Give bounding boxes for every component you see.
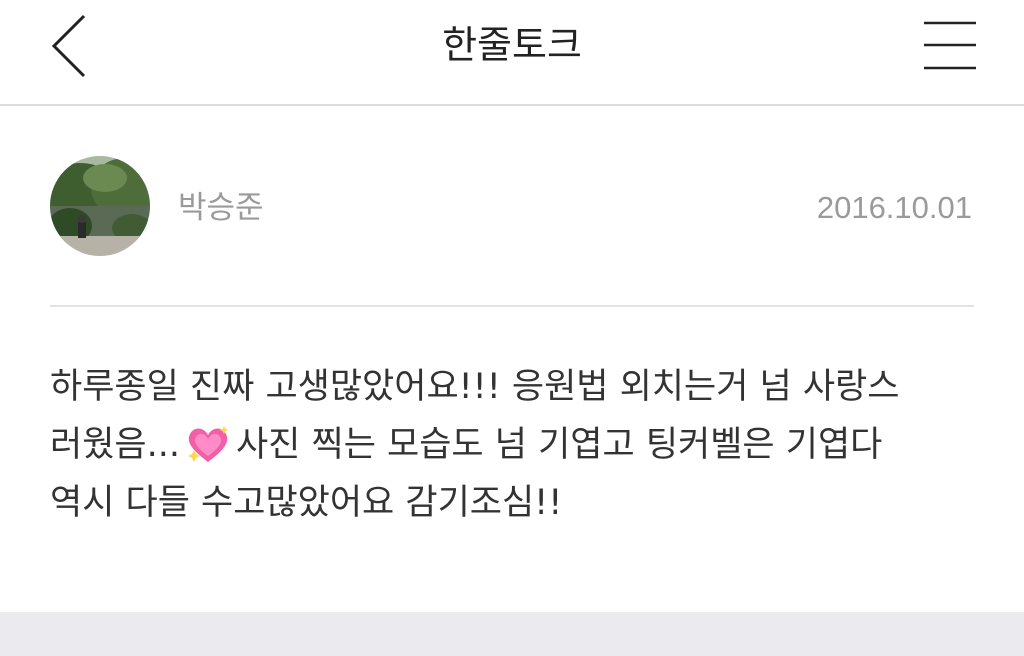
screen: 한줄토크 박승준 2016.10.01 하루종일 진짜 고생많았어요!!! 응원… (0, 0, 1024, 656)
post-text-line-2-start: 러웠음... (50, 425, 180, 465)
menu-button[interactable] (918, 18, 980, 74)
section-separator (0, 612, 1024, 656)
profile-photo (50, 156, 150, 256)
post-date: 2016.10.01 (816, 190, 972, 225)
post-text-line-3: 역시 다들 수고많았어요 감기조심!! (50, 483, 563, 523)
post-header: 박승준 2016.10.01 (50, 156, 974, 260)
top-nav-bar: 한줄토크 (0, 0, 1024, 106)
post-text-line-2-end: 사진 찍는 모습도 넘 기엽고 팅커벨은 기엽다 (235, 425, 883, 465)
page-title: 한줄토크 (442, 23, 582, 67)
author-name[interactable]: 박승준 (178, 188, 264, 228)
avatar[interactable] (50, 156, 150, 256)
post-content: 하루종일 진짜 고생많았어요!!! 응원법 외치는거 넘 사랑스 러웠음... … (50, 358, 980, 532)
post-text-line-2: 러웠음... 사진 찍는 모습도 넘 기엽고 팅커벨은 기엽다 (50, 416, 980, 474)
divider (50, 305, 974, 307)
sparkling-heart-icon (184, 424, 232, 464)
hamburger-menu-icon (924, 21, 976, 70)
post-text-line-1: 하루종일 진짜 고생많았어요!!! 응원법 외치는거 넘 사랑스 (50, 367, 900, 407)
